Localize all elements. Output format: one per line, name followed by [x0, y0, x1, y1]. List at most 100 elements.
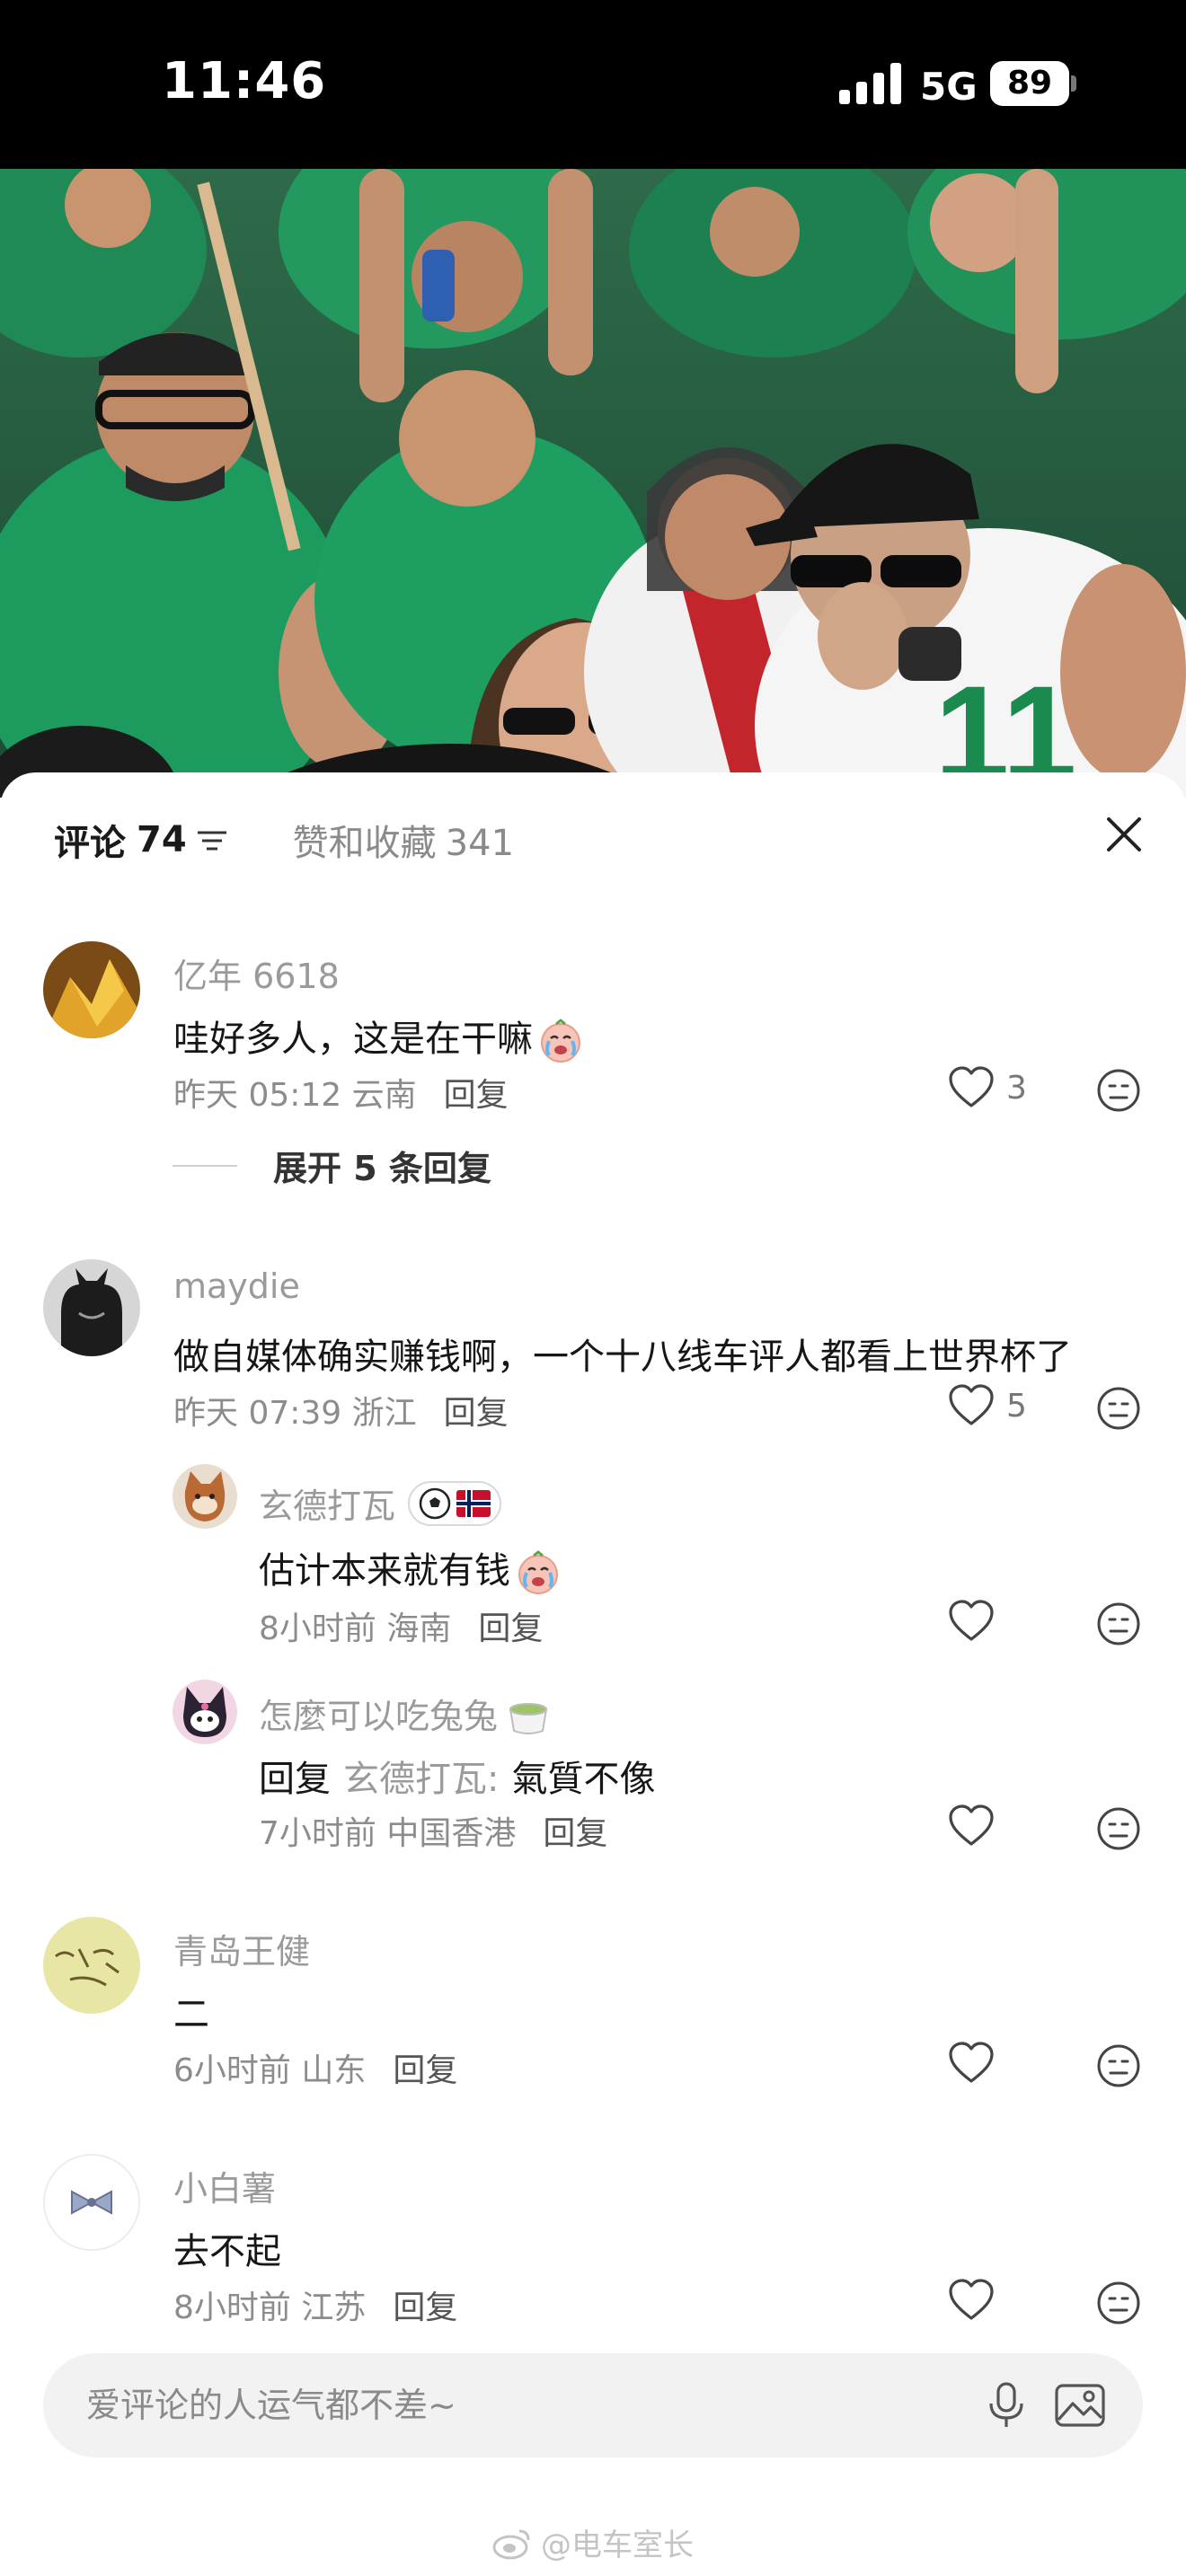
like-button[interactable] [947, 2278, 996, 2323]
reply-username-label: 怎麼可以吃兔兔 [259, 1697, 499, 1736]
expand-divider [173, 1164, 237, 1167]
avatar[interactable] [173, 1464, 237, 1529]
tea-cup-emoji-icon [509, 1702, 548, 1734]
avatar-image-calligraphy [43, 1917, 140, 2014]
avatar[interactable] [43, 2154, 140, 2251]
tab-likes-label: 赞和收藏 [292, 823, 437, 864]
comment-text: 二 [173, 1994, 209, 2035]
like-button[interactable]: 5 [947, 1383, 1027, 1428]
comment-time: 昨天 05:12 [173, 1077, 342, 1114]
user-badge-soccer-norway-icon [408, 1480, 502, 1526]
tab-comments-count: 74 [137, 819, 187, 860]
dislike-face-icon[interactable] [1095, 2042, 1142, 2089]
comment-location: 云南 [351, 1077, 417, 1114]
tab-likes-favorites[interactable]: 赞和收藏 341 [293, 814, 514, 866]
watermark: @电车室长 [492, 2520, 694, 2564]
reply-time: 8小时前 [259, 1610, 376, 1647]
comment-text: 去不起 [173, 2231, 281, 2272]
heart-icon [949, 2042, 994, 2083]
crying-face-emoji-icon [518, 1550, 558, 1594]
comment-input-bar [43, 2353, 1143, 2457]
microphone-icon[interactable] [981, 2380, 1031, 2430]
comment-meta: 8小时前 江苏 回复 [173, 2281, 457, 2328]
reply-text-body: 估计本来就有钱 [259, 1550, 510, 1592]
comment-text: 做自媒体确实赚钱啊，一个十八线车评人都看上世界杯了 [173, 1337, 1072, 1378]
dislike-face-icon[interactable] [1095, 1601, 1142, 1647]
like-button[interactable]: 3 [947, 1065, 1027, 1110]
like-count: 3 [1006, 1069, 1027, 1107]
heart-icon [949, 1600, 994, 1641]
avatar-image-batman [43, 1259, 140, 1356]
dislike-face-icon[interactable] [1095, 1385, 1142, 1432]
comment-tabs: 评论 74 赞和收藏 341 [54, 808, 514, 871]
tab-comments-label: 评论 [54, 823, 126, 864]
heart-icon [949, 1804, 994, 1846]
reply-button[interactable]: 回复 [393, 2289, 457, 2326]
comment-username[interactable]: 小白薯 [173, 2161, 276, 2210]
comment-username[interactable]: 亿年 6618 [173, 948, 340, 998]
crowd-image: 11 [0, 169, 1186, 798]
reply-prefix: 回复 [259, 1759, 331, 1800]
comment-time: 6小时前 [173, 2052, 291, 2089]
comment-input[interactable] [86, 2353, 949, 2457]
watermark-text: @电车室长 [541, 2527, 694, 2563]
reply-text: 估计本来就有钱 [259, 1541, 561, 1595]
heart-icon [949, 1066, 994, 1107]
expand-replies-button[interactable]: 展开 5 条回复 [173, 1141, 491, 1190]
reply-to-user[interactable]: 玄德打瓦: [343, 1759, 499, 1800]
status-bar: 11:46 5G 89 [0, 0, 1186, 169]
avatar[interactable] [43, 1259, 140, 1356]
avatar-image-kuromi [173, 1680, 237, 1744]
comment-meta: 昨天 07:39 浙江 回复 [173, 1387, 509, 1434]
dislike-face-icon[interactable] [1095, 1067, 1142, 1114]
video-preview[interactable]: 11 [0, 169, 1186, 798]
reply-button[interactable]: 回复 [478, 1610, 543, 1647]
reply-username[interactable]: 玄德打瓦 [259, 1478, 502, 1528]
avatar[interactable] [43, 1917, 140, 2014]
image-picker-icon[interactable] [1053, 2380, 1107, 2430]
comment-meta: 昨天 05:12 云南 回复 [173, 1069, 509, 1116]
heart-icon [949, 1384, 994, 1425]
like-button[interactable] [947, 1804, 996, 1848]
comment-text: 哇好多人，这是在干嘛 [173, 1010, 583, 1063]
like-count: 5 [1006, 1387, 1027, 1425]
avatar[interactable] [173, 1680, 237, 1744]
comment-username[interactable]: 青岛王健 [173, 1924, 310, 1973]
reply-text: 回复 玄德打瓦: 氣質不像 [259, 1750, 655, 1802]
reply-button[interactable]: 回复 [543, 1815, 607, 1852]
reply-username[interactable]: 怎麼可以吃兔兔 [259, 1689, 552, 1738]
avatar-image-mountain [43, 941, 140, 1038]
reply-meta: 8小时前 海南 回复 [259, 1602, 543, 1649]
like-button[interactable] [947, 2041, 996, 2086]
comment-location: 江苏 [301, 2289, 367, 2326]
dislike-face-icon[interactable] [1095, 1805, 1142, 1852]
reply-username-label: 玄德打瓦 [259, 1486, 396, 1526]
reply-button[interactable]: 回复 [444, 1395, 509, 1432]
reply-button[interactable]: 回复 [444, 1077, 509, 1114]
tab-comments[interactable]: 评论 74 [54, 814, 230, 866]
like-button[interactable] [947, 1599, 996, 1644]
reply-meta: 7小时前 中国香港 回复 [259, 1807, 607, 1854]
battery-cap [1071, 75, 1076, 92]
tab-likes-count: 341 [445, 823, 515, 864]
weibo-logo-icon [492, 2529, 530, 2559]
dislike-face-icon[interactable] [1095, 2280, 1142, 2326]
expand-replies-label: 展开 5 条回复 [273, 1149, 491, 1188]
reply-location: 中国香港 [386, 1815, 517, 1852]
avatar-image-cartoon-cat [173, 1464, 237, 1529]
heart-icon [949, 2279, 994, 2320]
reply-time: 7小时前 [259, 1815, 376, 1852]
reply-location: 海南 [386, 1610, 452, 1647]
signal-icon [839, 63, 901, 104]
comment-username[interactable]: maydie [173, 1266, 300, 1306]
sort-filter-icon[interactable] [194, 822, 230, 858]
close-icon[interactable] [1102, 812, 1146, 857]
network-label: 5G [920, 65, 978, 109]
reply-text-body: 氣質不像 [511, 1759, 656, 1800]
status-time: 11:46 [162, 52, 327, 110]
crying-face-emoji-icon [541, 1019, 580, 1063]
reply-button[interactable]: 回复 [393, 2052, 457, 2089]
comment-location: 山东 [301, 2052, 367, 2089]
avatar[interactable] [43, 941, 140, 1038]
comment-time: 8小时前 [173, 2289, 291, 2326]
